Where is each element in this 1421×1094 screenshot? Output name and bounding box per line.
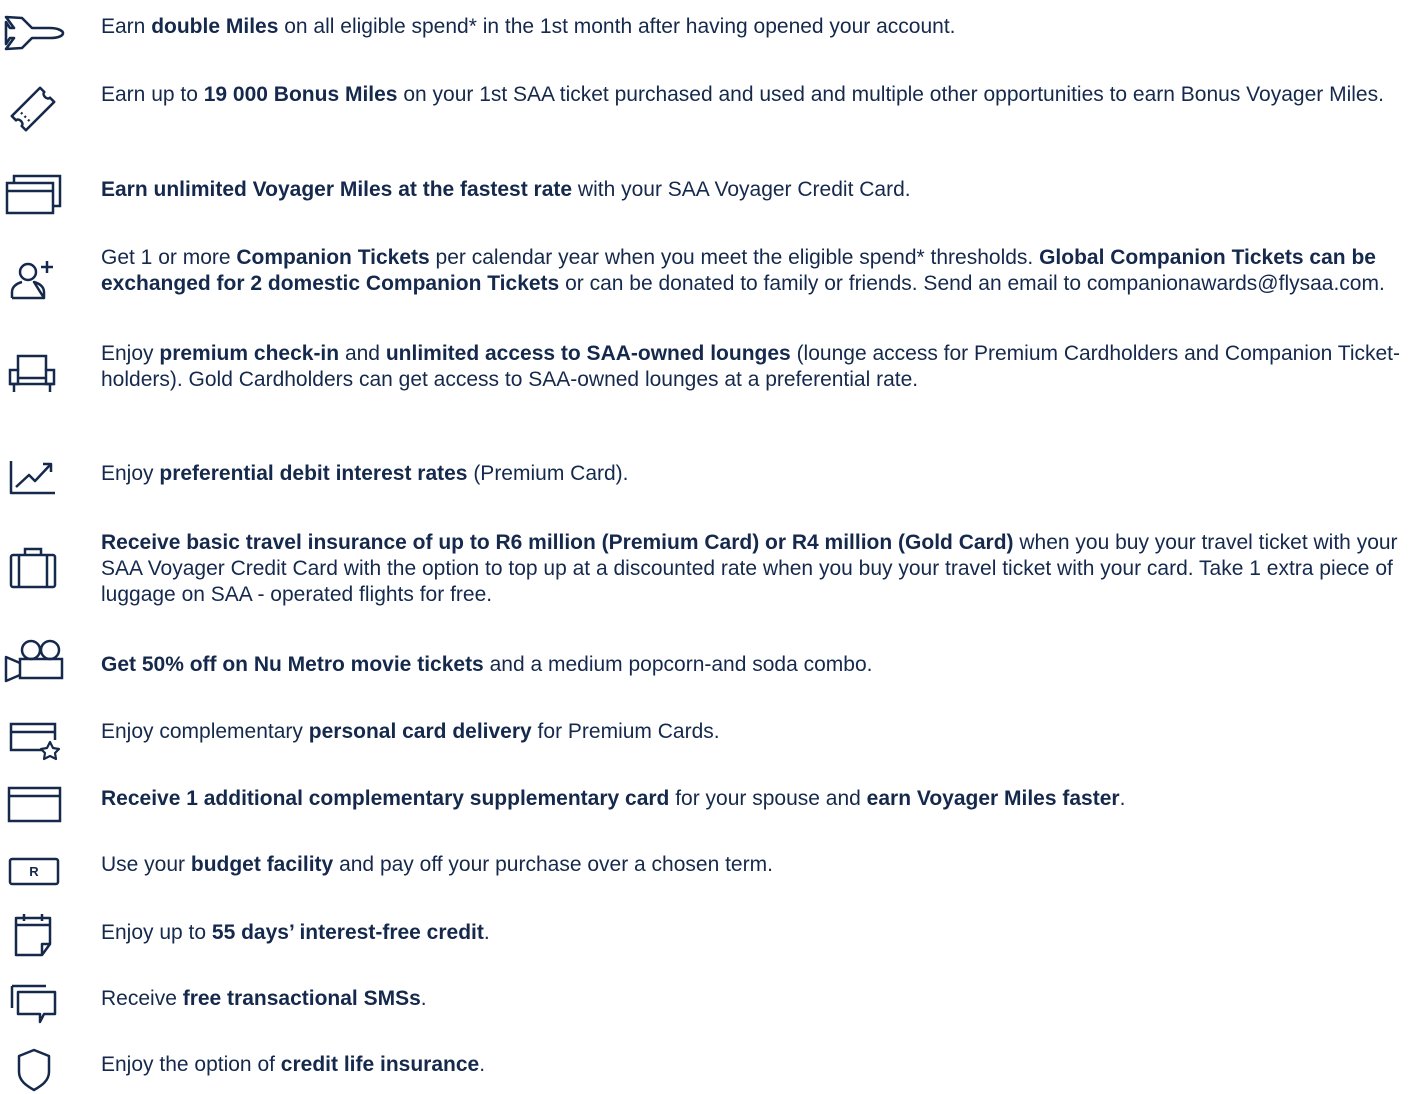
benefit-highlight: free transactional SMSs bbox=[182, 987, 421, 1010]
benefit-highlight: Get 50% off on Nu Metro movie tickets bbox=[101, 653, 484, 676]
benefit-text: Enjoy the option of credit life insuranc… bbox=[101, 1052, 1415, 1078]
benefit-text-part: for Premium Cards. bbox=[531, 720, 720, 743]
benefit-text-part: Enjoy the option of bbox=[101, 1053, 281, 1076]
shield-icon bbox=[0, 1044, 66, 1094]
armchair-icon bbox=[0, 348, 66, 398]
benefit-text-part: with your SAA Voyager Credit Card. bbox=[572, 178, 911, 201]
card-star-icon bbox=[0, 716, 66, 766]
airplane-icon bbox=[0, 5, 66, 55]
benefit-highlight: double Miles bbox=[151, 15, 279, 38]
calendar-icon bbox=[0, 910, 66, 960]
benefit-text-part: Enjoy up to bbox=[101, 921, 212, 944]
benefit-highlight: personal card delivery bbox=[308, 720, 532, 743]
ticket-icon bbox=[0, 84, 66, 134]
benefit-text: Get 50% off on Nu Metro movie tickets an… bbox=[101, 652, 1415, 678]
benefit-text: Get 1 or more Companion Tickets per cale… bbox=[101, 245, 1415, 297]
benefit-highlight: unlimited access to SAA-owned lounges bbox=[385, 342, 791, 365]
benefit-text-part: . bbox=[479, 1053, 486, 1076]
benefit-text-part: (Premium Card). bbox=[467, 462, 629, 485]
benefit-highlight: Receive 1 additional complementary suppl… bbox=[101, 787, 670, 810]
benefit-text-part: . bbox=[483, 921, 490, 944]
benefit-highlight: budget facility bbox=[190, 853, 334, 876]
benefit-highlight: credit life insurance bbox=[280, 1053, 480, 1076]
card-icon bbox=[0, 779, 66, 829]
benefit-highlight: Receive basic travel insurance of up to … bbox=[101, 531, 1014, 554]
benefit-text-part: on all eligible spend* in the 1st month … bbox=[278, 15, 956, 38]
benefit-text-part: Earn up to bbox=[101, 83, 204, 106]
benefit-text: Enjoy preferential debit interest rates … bbox=[101, 461, 1415, 487]
benefit-text: Use your budget facility and pay off you… bbox=[101, 852, 1415, 878]
benefit-text-part: Receive bbox=[101, 987, 183, 1010]
benefit-text: Enjoy up to 55 days’ interest-free credi… bbox=[101, 920, 1415, 946]
benefit-text-part: or can be donated to family or friends. … bbox=[559, 272, 1385, 295]
chat-icon bbox=[0, 978, 66, 1028]
benefit-text-part: Use your bbox=[101, 853, 191, 876]
benefit-text-part: . bbox=[420, 987, 427, 1010]
benefit-text: Earn double Miles on all eligible spend*… bbox=[101, 14, 1415, 40]
benefit-highlight: premium check-in bbox=[159, 342, 340, 365]
luggage-icon bbox=[0, 545, 66, 595]
benefit-highlight: Earn unlimited Voyager Miles at the fast… bbox=[101, 178, 573, 201]
rand-note-label: R bbox=[29, 864, 39, 879]
benefit-highlight: 19 000 Bonus Miles bbox=[203, 83, 398, 106]
add-user-icon bbox=[0, 256, 66, 306]
benefit-highlight: preferential debit interest rates bbox=[159, 462, 468, 485]
rand-note-icon: R bbox=[0, 844, 66, 894]
benefit-text-part: on your 1st SAA ticket purchased and use… bbox=[397, 83, 1384, 106]
benefit-text-part: Enjoy complementary bbox=[101, 720, 309, 743]
benefit-highlight: 55 days’ interest-free credit bbox=[211, 921, 484, 944]
benefit-text: Earn unlimited Voyager Miles at the fast… bbox=[101, 177, 1415, 203]
benefit-text-part: and pay off your purchase over a chosen … bbox=[333, 853, 773, 876]
benefit-text-part: Enjoy bbox=[101, 342, 160, 365]
benefit-text-part: Get 1 or more bbox=[101, 246, 237, 269]
benefit-text: Receive 1 additional complementary suppl… bbox=[101, 786, 1415, 812]
benefit-text: Enjoy premium check-in and unlimited acc… bbox=[101, 341, 1415, 393]
growth-chart-icon bbox=[0, 453, 66, 503]
movie-camera-icon bbox=[0, 637, 66, 687]
benefit-text-part: and bbox=[339, 342, 386, 365]
benefit-text: Enjoy complementary personal card delive… bbox=[101, 719, 1415, 745]
benefit-text-part: per calendar year when you meet the elig… bbox=[429, 246, 1040, 269]
cards-icon bbox=[0, 170, 66, 220]
benefit-text-part: Enjoy bbox=[101, 462, 160, 485]
benefit-text-part: for your spouse and bbox=[669, 787, 867, 810]
benefit-highlight: Companion Tickets bbox=[236, 246, 430, 269]
benefit-text: Earn up to 19 000 Bonus Miles on your 1s… bbox=[101, 82, 1415, 108]
benefit-text: Receive basic travel insurance of up to … bbox=[101, 530, 1415, 608]
benefit-text-part: Earn bbox=[101, 15, 152, 38]
benefit-text-part: . bbox=[1119, 787, 1126, 810]
benefit-text: Receive free transactional SMSs. bbox=[101, 986, 1415, 1012]
benefit-text-part: and a medium popcorn-and soda combo. bbox=[483, 653, 873, 676]
benefit-highlight: earn Voyager Miles faster bbox=[866, 787, 1120, 810]
